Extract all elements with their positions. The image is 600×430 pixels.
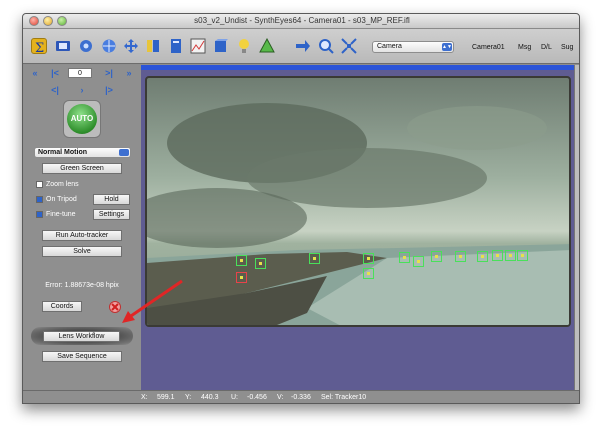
annotation-arrow-icon xyxy=(122,279,183,323)
